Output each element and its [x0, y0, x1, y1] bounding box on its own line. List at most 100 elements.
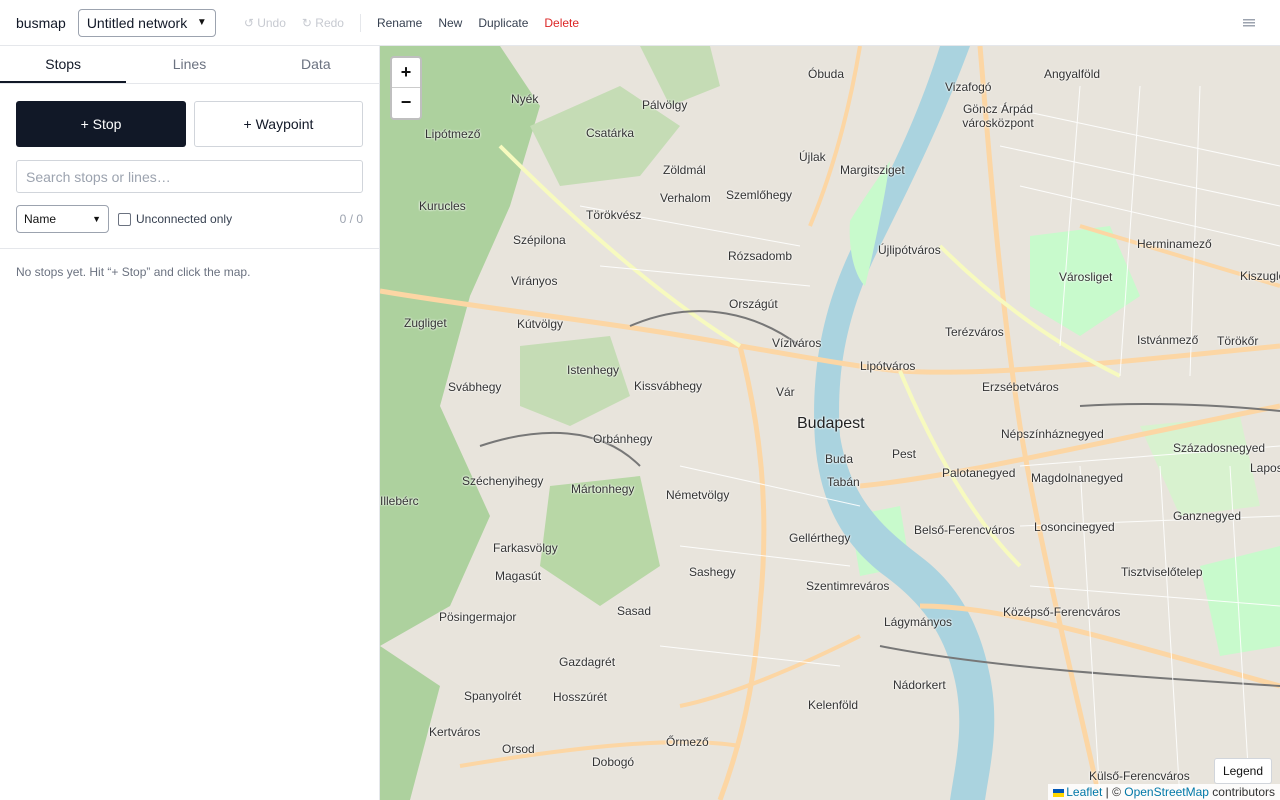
place-label: Dobogó: [592, 755, 635, 769]
sort-select-value: Name: [24, 212, 57, 226]
place-label: Csatárka: [586, 126, 635, 140]
place-label: Lipótmező: [425, 127, 481, 141]
delete-button[interactable]: Delete: [536, 9, 587, 37]
add-stop-button[interactable]: + Stop: [16, 101, 186, 147]
place-label: Rózsadomb: [728, 249, 793, 263]
tab-lines[interactable]: Lines: [126, 46, 252, 83]
search-input[interactable]: [16, 160, 363, 193]
place-label: Népszínháznegyed: [1001, 427, 1104, 441]
place-label: Kurucles: [419, 199, 466, 213]
place-label: Sashegy: [689, 565, 736, 579]
place-label: Kertváros: [429, 725, 481, 739]
place-label: Lágymányos: [884, 615, 953, 629]
leaflet-link[interactable]: Leaflet: [1066, 785, 1102, 799]
undo-button[interactable]: ↺ Undo: [236, 9, 294, 37]
place-label: Magdolnanegyed: [1031, 471, 1124, 485]
place-label: Svábhegy: [448, 380, 502, 394]
place-label: Törökvész: [586, 208, 642, 222]
place-label: Tabán: [827, 475, 860, 489]
place-label: Lipótváros: [860, 359, 916, 373]
place-label: Széchenyihegy: [462, 474, 544, 488]
place-label: Pest: [892, 447, 917, 461]
place-label: Orbánhegy: [593, 432, 653, 446]
toolbar-divider: [359, 13, 361, 32]
place-label: Gazdagrét: [559, 655, 616, 669]
place-label: Szépilona: [513, 233, 566, 247]
place-label: Istenhegy: [567, 363, 620, 377]
sort-select[interactable]: Name ▼: [16, 205, 109, 233]
map-view[interactable]: Óbuda Vizafogó Angyalföld Göncz Árpád vá…: [380, 46, 1280, 800]
redo-button[interactable]: ↻ Redo: [294, 9, 352, 37]
place-label: Mártonhegy: [571, 482, 635, 496]
network-select-value: Untitled network: [86, 14, 188, 31]
sidebar-tabs: Stops Lines Data: [0, 46, 379, 84]
place-label: Göncz Árpád városközpont: [962, 102, 1034, 130]
place-label: Tisztviselőtelep: [1121, 565, 1203, 579]
stop-count: 0 / 0: [339, 212, 363, 226]
place-label: Herminamező: [1137, 237, 1212, 251]
attribution-separator: | ©: [1102, 785, 1125, 799]
place-label: Százados­negyed: [1173, 441, 1266, 455]
duplicate-button[interactable]: Duplicate: [470, 9, 536, 37]
place-label: Belső-Ferencváros: [914, 523, 1015, 537]
network-select[interactable]: Untitled network ▼: [77, 8, 216, 37]
stop-actions: + Stop + Waypoint: [0, 84, 379, 147]
top-bar: busmap Untitled network ▼ ↺ Undo ↻ Redo …: [0, 0, 1280, 46]
place-label: Losoncinegyed: [1034, 520, 1115, 534]
unconnected-label: Unconnected only: [136, 212, 233, 226]
place-label: Pálvölgy: [642, 98, 688, 112]
place-label: Szemlőhegy: [726, 188, 793, 202]
place-label: Törökőr: [1217, 334, 1259, 348]
chevron-down-icon: ▼: [196, 17, 207, 28]
place-label: Palotanegyed: [942, 466, 1016, 480]
place-label: Laposdűlő: [1250, 461, 1280, 475]
place-label: Országút: [729, 297, 778, 311]
zoom-in-button[interactable]: +: [392, 58, 420, 88]
place-label: Németvölgy: [666, 488, 730, 502]
new-button[interactable]: New: [430, 9, 470, 37]
place-label: Erzsébetváros: [982, 380, 1059, 394]
place-label: Magasút: [495, 569, 542, 583]
sidebar: Stops Lines Data + Stop + Waypoint Name …: [0, 46, 380, 800]
place-label: Pösingermajor: [439, 610, 517, 624]
place-label: Vár: [776, 385, 795, 399]
app-brand: busmap: [16, 14, 66, 31]
place-label: Terézváros: [945, 325, 1004, 339]
place-label: Víziváros: [772, 336, 822, 350]
legend-button[interactable]: Legend: [1213, 758, 1272, 784]
empty-state-message: No stops yet. Hit “+ Stop” and click the…: [16, 265, 251, 279]
place-label: Városliget: [1059, 270, 1113, 284]
place-label: Orsod: [502, 742, 535, 756]
add-waypoint-button[interactable]: + Waypoint: [194, 101, 363, 147]
place-label: Őrmező: [666, 735, 709, 749]
place-label: Zöldmál: [663, 163, 706, 177]
place-label: Verhalom: [660, 191, 711, 205]
menu-icon[interactable]: [1243, 19, 1255, 27]
place-label: Istvánmező: [1137, 333, 1199, 347]
place-label: Kiszugló: [1240, 269, 1280, 283]
tab-data[interactable]: Data: [253, 46, 379, 83]
place-label: Újlak: [799, 150, 826, 164]
place-label: Kissvábhegy: [634, 379, 703, 393]
osm-link[interactable]: OpenStreetMap: [1124, 785, 1209, 799]
unconnected-checkbox[interactable]: [118, 212, 131, 226]
unconnected-filter[interactable]: Unconnected only: [118, 212, 232, 226]
place-label: Nádorkert: [893, 678, 946, 692]
attribution-suffix: contributors: [1208, 785, 1275, 799]
place-label: Kútvölgy: [517, 317, 564, 331]
flag-icon: [1053, 788, 1065, 797]
chevron-down-icon: ▼: [92, 214, 101, 224]
place-label: Angyalföld: [1044, 67, 1101, 81]
rename-button[interactable]: Rename: [369, 9, 430, 37]
place-label: Margitsziget: [840, 163, 905, 177]
place-label: Gellérthegy: [789, 531, 851, 545]
place-label: Nyék: [511, 92, 539, 106]
place-label: Virányos: [511, 274, 558, 288]
place-label: Buda: [825, 452, 854, 466]
place-label: Külső-Ferencváros: [1089, 769, 1190, 783]
place-label: Ganznegyed: [1173, 509, 1242, 523]
map-attribution: Leaflet | © OpenStreetMap contributors: [1048, 784, 1280, 800]
tab-stops[interactable]: Stops: [0, 46, 127, 83]
zoom-out-button[interactable]: −: [392, 88, 420, 118]
zoom-control: + −: [390, 56, 422, 120]
